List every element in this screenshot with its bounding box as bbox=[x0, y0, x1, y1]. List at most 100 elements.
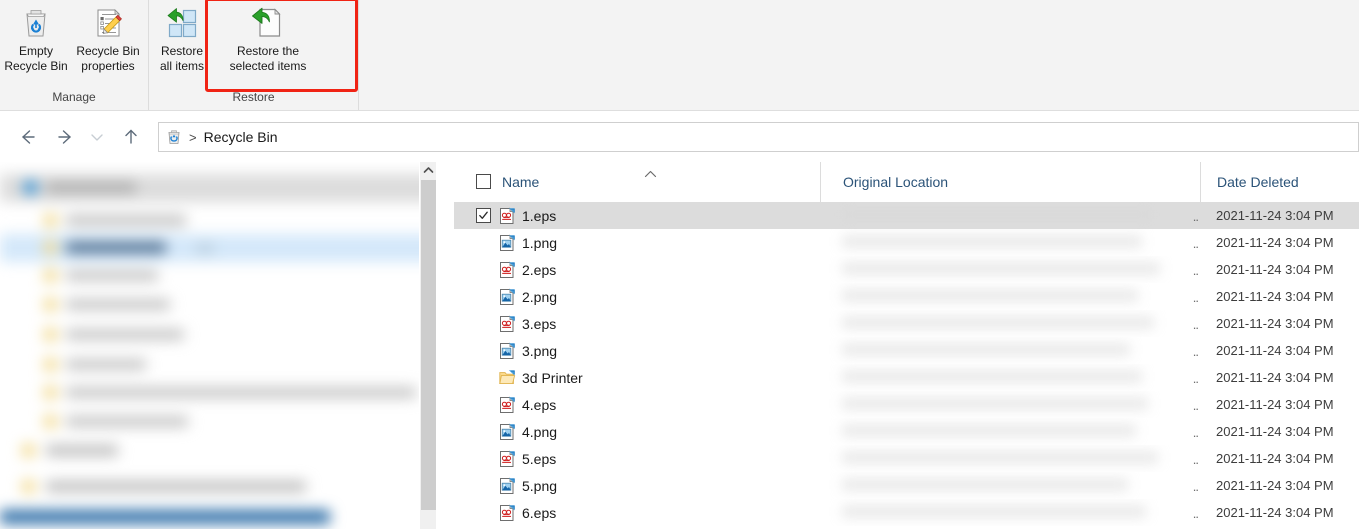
breadcrumb-path-label: Recycle Bin bbox=[203, 129, 278, 145]
ribbon-group-restore-body: Restore all items Restore the selected i… bbox=[149, 0, 358, 88]
eps-file-icon bbox=[498, 504, 516, 522]
cell-date-deleted: 2021-11-24 3:04 PM bbox=[1216, 208, 1334, 223]
cell-date-deleted: 2021-11-24 3:04 PM bbox=[1216, 343, 1334, 358]
ribbon-group-restore: Restore all items Restore the selected i… bbox=[148, 0, 358, 110]
original-location-redaction bbox=[842, 424, 1136, 437]
scrollbar-thumb[interactable] bbox=[421, 180, 436, 510]
original-location-redaction bbox=[842, 397, 1148, 410]
content-area: Name Original Location Date Deleted 1.ep… bbox=[0, 162, 1359, 529]
column-header-date-deleted[interactable]: Date Deleted bbox=[1200, 162, 1359, 202]
cell-name: 3.eps bbox=[454, 315, 820, 333]
original-location-redaction bbox=[842, 478, 1128, 491]
original-location-truncation: .. bbox=[1192, 479, 1199, 494]
recycle-bin-properties-label: Recycle Bin properties bbox=[76, 44, 140, 73]
column-headers: Name Original Location Date Deleted bbox=[454, 162, 1359, 202]
png-file-icon bbox=[498, 288, 516, 306]
original-location-truncation: .. bbox=[1192, 452, 1199, 467]
eps-file-icon bbox=[498, 396, 516, 414]
navigation-pane[interactable] bbox=[0, 162, 436, 529]
table-row[interactable]: 1.png.. 2021-11-24 3:04 PM bbox=[454, 229, 1359, 256]
ribbon-group-empty-title bbox=[359, 88, 418, 110]
file-name-label: 5.png bbox=[522, 477, 558, 494]
eps-file-icon bbox=[498, 261, 516, 279]
forward-button[interactable] bbox=[49, 120, 83, 154]
original-location-truncation: .. bbox=[1192, 425, 1199, 440]
file-name-label: 4.png bbox=[522, 423, 558, 440]
recent-locations-button[interactable] bbox=[86, 120, 108, 154]
cell-original-location: .. bbox=[820, 391, 1200, 418]
navigation-pane-scrollbar[interactable] bbox=[419, 162, 436, 529]
select-all-checkbox[interactable] bbox=[476, 174, 491, 189]
up-button[interactable] bbox=[114, 120, 148, 154]
restore-selected-items-button[interactable]: Restore the selected items bbox=[215, 4, 321, 86]
breadcrumb-separator: > bbox=[189, 129, 197, 145]
table-row[interactable]: 5.png.. 2021-11-24 3:04 PM bbox=[454, 472, 1359, 499]
breadcrumb-bar[interactable]: > Recycle Bin bbox=[158, 122, 1359, 152]
png-file-icon bbox=[498, 477, 516, 495]
original-location-redaction bbox=[842, 316, 1154, 329]
empty-recycle-bin-button[interactable]: Empty Recycle Bin bbox=[0, 4, 72, 86]
cell-original-location: .. bbox=[820, 445, 1200, 472]
original-location-redaction bbox=[842, 505, 1146, 518]
ribbon-group-restore-title: Restore bbox=[232, 90, 275, 104]
eps-file-icon bbox=[498, 207, 516, 225]
row-checkbox[interactable] bbox=[476, 208, 491, 223]
cell-original-location: .. bbox=[820, 310, 1200, 337]
arrow-left-icon bbox=[22, 130, 35, 144]
table-row[interactable]: 4.png.. 2021-11-24 3:04 PM bbox=[454, 418, 1359, 445]
original-location-truncation: .. bbox=[1192, 263, 1199, 278]
original-location-redaction bbox=[842, 343, 1130, 356]
original-location-truncation: .. bbox=[1192, 209, 1199, 224]
cell-original-location: .. bbox=[820, 337, 1200, 364]
recycle-bin-icon bbox=[165, 128, 183, 146]
file-name-label: 2.eps bbox=[522, 261, 557, 278]
cell-original-location: .. bbox=[820, 499, 1200, 526]
file-name-label: 6.eps bbox=[522, 504, 557, 521]
restore-all-items-button[interactable]: Restore all items bbox=[149, 4, 215, 86]
ribbon-group-empty-body bbox=[359, 0, 418, 88]
column-header-original-location[interactable]: Original Location bbox=[820, 162, 1200, 202]
table-row[interactable]: 6.eps.. 2021-11-24 3:04 PM bbox=[454, 499, 1359, 526]
table-row[interactable]: 2.png.. 2021-11-24 3:04 PM bbox=[454, 283, 1359, 310]
column-header-original-location-label: Original Location bbox=[843, 174, 949, 190]
file-list: Name Original Location Date Deleted 1.ep… bbox=[454, 162, 1359, 529]
empty-recycle-bin-label: Empty Recycle Bin bbox=[4, 44, 68, 73]
back-button[interactable] bbox=[10, 120, 44, 154]
file-name-label: 1.png bbox=[522, 234, 558, 251]
table-row[interactable]: 1.eps.. 2021-11-24 3:04 PM bbox=[454, 202, 1359, 229]
cell-name: 4.eps bbox=[454, 396, 820, 414]
file-name-label: 4.eps bbox=[522, 396, 557, 413]
original-location-truncation: .. bbox=[1192, 317, 1199, 332]
checkmark-icon bbox=[479, 211, 488, 219]
table-row[interactable]: 3.png.. 2021-11-24 3:04 PM bbox=[454, 337, 1359, 364]
cell-date-deleted: 2021-11-24 3:04 PM bbox=[1216, 397, 1334, 412]
column-header-name[interactable]: Name bbox=[454, 162, 820, 202]
table-row[interactable]: 3d Printer.. 2021-11-24 3:04 PM bbox=[454, 364, 1359, 391]
table-row[interactable]: 3.eps.. 2021-11-24 3:04 PM bbox=[454, 310, 1359, 337]
cell-date-deleted: 2021-11-24 3:04 PM bbox=[1216, 235, 1334, 250]
cell-date-deleted: 2021-11-24 3:04 PM bbox=[1216, 316, 1334, 331]
ribbon-group-manage-title: Manage bbox=[52, 90, 96, 104]
scrollbar-up-button[interactable] bbox=[420, 162, 436, 179]
address-bar: > Recycle Bin bbox=[0, 112, 1359, 162]
sort-ascending-icon bbox=[644, 170, 657, 181]
cell-original-location: .. bbox=[820, 418, 1200, 445]
cell-original-location: .. bbox=[820, 364, 1200, 391]
cell-original-location: .. bbox=[820, 202, 1200, 229]
table-row[interactable]: 2.eps.. 2021-11-24 3:04 PM bbox=[454, 256, 1359, 283]
cell-original-location: .. bbox=[820, 283, 1200, 310]
original-location-redaction bbox=[842, 208, 1152, 221]
cell-name: 5.png bbox=[454, 477, 820, 495]
restore-selected-items-label: Restore the selected items bbox=[229, 44, 307, 73]
recycle-bin-properties-button[interactable]: Recycle Bin properties bbox=[72, 4, 144, 86]
cell-name: 3.png bbox=[454, 342, 820, 360]
cell-original-location: .. bbox=[820, 256, 1200, 283]
cell-name: 2.eps bbox=[454, 261, 820, 279]
column-header-name-label: Name bbox=[502, 174, 540, 190]
ribbon-group-empty bbox=[358, 0, 418, 110]
arrow-right-icon bbox=[58, 130, 71, 144]
table-row[interactable]: 5.eps.. 2021-11-24 3:04 PM bbox=[454, 445, 1359, 472]
file-name-label: 1.eps bbox=[522, 207, 557, 224]
original-location-redaction bbox=[842, 451, 1158, 464]
table-row[interactable]: 4.eps.. 2021-11-24 3:04 PM bbox=[454, 391, 1359, 418]
